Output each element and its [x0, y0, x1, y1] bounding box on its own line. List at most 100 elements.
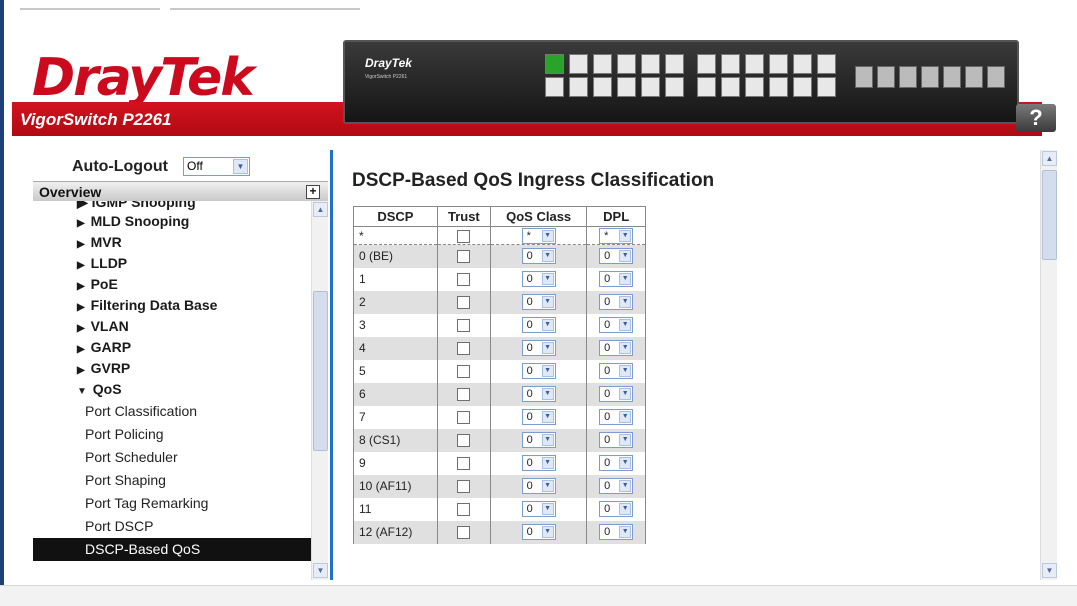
auto-logout-select[interactable]: Off ▼ — [183, 157, 250, 176]
trust-checkbox[interactable] — [457, 526, 471, 540]
sidebar-subitem-port-shaping[interactable]: Port Shaping — [33, 469, 311, 492]
trust-checkbox[interactable] — [457, 229, 471, 243]
chevron-down-icon: ▼ — [541, 388, 554, 400]
scroll-down-icon[interactable]: ▼ — [1042, 563, 1057, 578]
chevron-down-icon: ▼ — [541, 273, 554, 285]
left-edge-bar — [0, 0, 4, 606]
dscp-cell: 6 — [353, 382, 438, 406]
sidebar-subitem-port-dscp[interactable]: Port DSCP — [33, 515, 311, 538]
trust-checkbox[interactable] — [457, 365, 471, 379]
sidebar-subitem-port-classification[interactable]: Port Classification — [33, 400, 311, 423]
dpl-select[interactable]: 0 ▼ — [599, 478, 634, 494]
qos-class-select[interactable]: 0 ▼ — [521, 294, 556, 310]
sidebar-subitem-dscp-based-qos[interactable]: DSCP-Based QoS — [33, 538, 311, 561]
sidebar-item-vlan[interactable]: ▶ VLAN — [33, 316, 311, 337]
chevron-down-icon: ▼ — [541, 229, 554, 242]
qos-class-select[interactable]: 0 ▼ — [521, 524, 556, 540]
overview-header[interactable]: Overview + — [33, 181, 328, 201]
scrollbar-thumb[interactable] — [313, 291, 328, 451]
scrollbar-thumb[interactable] — [1042, 170, 1057, 260]
sidebar-item-gvrp[interactable]: ▶ GVRP — [33, 358, 311, 379]
scroll-up-icon[interactable]: ▲ — [1042, 151, 1057, 166]
chevron-down-icon: ▼ — [541, 526, 554, 538]
sidebar-item-mvr[interactable]: ▶ MVR — [33, 232, 311, 253]
device-image: DrayTek VigorSwitch P2261 — [343, 40, 1019, 124]
dpl-select[interactable]: 0 ▼ — [599, 455, 634, 471]
table-row-wildcard: * * ▼ * ▼ — [353, 226, 646, 245]
sidebar-item-mld-snooping[interactable]: ▶ MLD Snooping — [33, 211, 311, 232]
dscp-cell: 1 — [353, 267, 438, 291]
qos-class-select[interactable]: 0 ▼ — [521, 386, 556, 402]
dpl-select[interactable]: 0 ▼ — [599, 363, 634, 379]
chevron-down-icon: ▼ — [541, 342, 554, 354]
table-row: 11 0 ▼ 0 ▼ — [353, 497, 646, 521]
trust-checkbox[interactable] — [457, 273, 471, 287]
dpl-select[interactable]: 0 ▼ — [599, 248, 634, 265]
sidebar-subitem-port-scheduler[interactable]: Port Scheduler — [33, 446, 311, 469]
dpl-select[interactable]: 0 ▼ — [599, 386, 634, 402]
trust-checkbox[interactable] — [457, 503, 471, 517]
dscp-cell: * — [353, 226, 438, 245]
qos-class-select[interactable]: 0 ▼ — [521, 501, 556, 517]
main-scrollbar[interactable]: ▲ ▼ — [1040, 150, 1057, 580]
scroll-up-icon[interactable]: ▲ — [313, 202, 328, 217]
chevron-down-icon: ▼ — [541, 457, 554, 469]
dpl-select[interactable]: 0 ▼ — [599, 271, 634, 287]
dpl-select[interactable]: 0 ▼ — [599, 432, 634, 448]
trust-checkbox[interactable] — [457, 480, 471, 494]
qos-class-select[interactable]: * ▼ — [521, 227, 556, 244]
dscp-cell: 2 — [353, 290, 438, 314]
table-row: 5 0 ▼ 0 ▼ — [353, 359, 646, 383]
chevron-down-icon: ▼ — [619, 526, 632, 538]
trust-checkbox[interactable] — [457, 296, 471, 310]
chevron-down-icon: ▼ — [619, 434, 632, 446]
sidebar-item-cut[interactable]: ▶ IGMP Snooping — [33, 201, 311, 211]
sidebar-subitem-port-tag-remarking[interactable]: Port Tag Remarking — [33, 492, 311, 515]
dpl-select[interactable]: 0 ▼ — [599, 524, 634, 540]
trust-checkbox[interactable] — [457, 457, 471, 471]
chevron-down-icon: ▼ — [619, 457, 632, 469]
model-name: VigorSwitch P2261 — [20, 110, 172, 129]
chevron-down-icon: ▼ — [619, 319, 632, 331]
qos-class-select[interactable]: 0 ▼ — [521, 478, 556, 494]
device-logo: DrayTek — [365, 56, 412, 70]
trust-checkbox[interactable] — [457, 411, 471, 425]
qos-class-select[interactable]: 0 ▼ — [521, 248, 556, 265]
dpl-select[interactable]: 0 ▼ — [599, 340, 634, 356]
expand-plus-icon[interactable]: + — [306, 185, 320, 199]
chevron-down-icon: ▼ — [619, 273, 632, 285]
sidebar-item-lldp[interactable]: ▶ LLDP — [33, 253, 311, 274]
qos-class-select[interactable]: 0 ▼ — [521, 340, 556, 356]
chevron-down-icon: ▼ — [541, 411, 554, 423]
table-row: 4 0 ▼ 0 ▼ — [353, 336, 646, 360]
sidebar-item-filtering-data-base[interactable]: ▶ Filtering Data Base — [33, 295, 311, 316]
dpl-select[interactable]: 0 ▼ — [599, 294, 634, 310]
table-row: 10 (AF11) 0 ▼ 0 ▼ — [353, 474, 646, 498]
dpl-select[interactable]: 0 ▼ — [599, 317, 634, 333]
dpl-select[interactable]: 0 ▼ — [599, 501, 634, 517]
help-button[interactable]: ? — [1016, 104, 1056, 132]
trust-checkbox[interactable] — [457, 388, 471, 402]
sidebar-scrollbar[interactable]: ▲ ▼ — [311, 201, 328, 580]
dpl-select[interactable]: 0 ▼ — [599, 409, 634, 425]
trust-checkbox[interactable] — [457, 434, 471, 448]
scroll-down-icon[interactable]: ▼ — [313, 563, 328, 578]
trust-checkbox[interactable] — [457, 250, 471, 264]
qos-class-select[interactable]: 0 ▼ — [521, 432, 556, 448]
sidebar-item-qos[interactable]: ▼ QoS — [33, 379, 311, 400]
device-model-text: VigorSwitch P2261 — [365, 74, 408, 80]
trust-checkbox[interactable] — [457, 319, 471, 333]
sidebar-item-poe[interactable]: ▶ PoE — [33, 274, 311, 295]
dpl-select[interactable]: * ▼ — [599, 227, 634, 244]
chevron-down-icon: ▼ — [541, 434, 554, 446]
column-header-trust: Trust — [436, 206, 491, 227]
qos-class-select[interactable]: 0 ▼ — [521, 363, 556, 379]
qos-class-select[interactable]: 0 ▼ — [521, 271, 556, 287]
sidebar-subitem-port-policing[interactable]: Port Policing — [33, 423, 311, 446]
table-row: 12 (AF12) 0 ▼ 0 ▼ — [353, 520, 646, 544]
qos-class-select[interactable]: 0 ▼ — [521, 317, 556, 333]
qos-class-select[interactable]: 0 ▼ — [521, 409, 556, 425]
trust-checkbox[interactable] — [457, 342, 471, 356]
sidebar-item-garp[interactable]: ▶ GARP — [33, 337, 311, 358]
qos-class-select[interactable]: 0 ▼ — [521, 455, 556, 471]
